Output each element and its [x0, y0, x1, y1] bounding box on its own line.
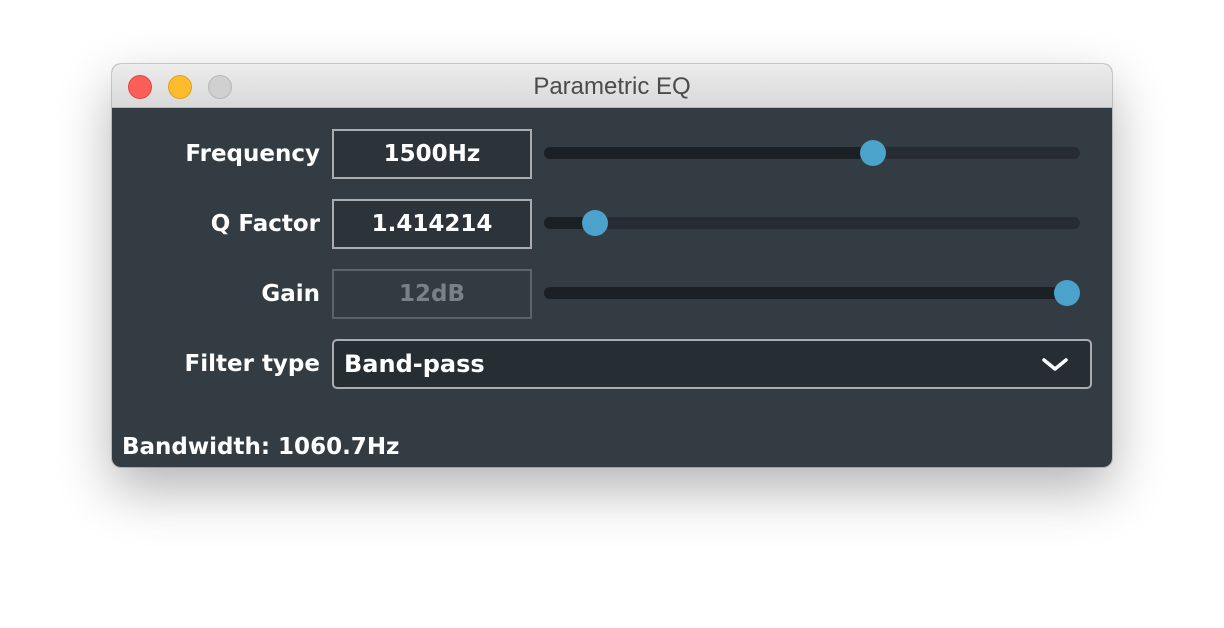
q-factor-slider-thumb[interactable] — [582, 210, 609, 236]
frequency-slider-thumb[interactable] — [860, 140, 887, 166]
chevron-down-icon — [1042, 358, 1068, 371]
parametric-eq-window: Parametric EQ Frequency 1500Hz Q Factor … — [112, 64, 1112, 467]
frequency-field[interactable]: 1500Hz — [332, 129, 532, 179]
filter-type-label: Filter type — [184, 351, 320, 377]
bandwidth-readout: Bandwidth: 1060.7Hz — [122, 434, 400, 460]
gain-slider-fill — [544, 287, 1067, 299]
filter-type-select[interactable]: Band-pass — [332, 339, 1092, 389]
frequency-label: Frequency — [185, 141, 320, 167]
filter-type-selected-value: Band-pass — [344, 350, 485, 378]
frequency-slider[interactable] — [544, 140, 1080, 166]
title-bar[interactable]: Parametric EQ — [112, 64, 1112, 108]
close-window-button[interactable] — [128, 75, 152, 99]
gain-slider[interactable] — [544, 280, 1080, 306]
minimize-window-button[interactable] — [168, 75, 192, 99]
q-factor-field[interactable]: 1.414214 — [332, 199, 532, 249]
gain-label: Gain — [261, 281, 320, 307]
gain-slider-thumb[interactable] — [1054, 280, 1080, 306]
window-title: Parametric EQ — [533, 73, 691, 100]
q-factor-slider[interactable] — [544, 210, 1080, 236]
zoom-window-button[interactable] — [208, 75, 232, 99]
q-factor-label: Q Factor — [210, 211, 320, 237]
frequency-slider-fill — [544, 147, 874, 159]
gain-field: 12dB — [332, 269, 532, 319]
